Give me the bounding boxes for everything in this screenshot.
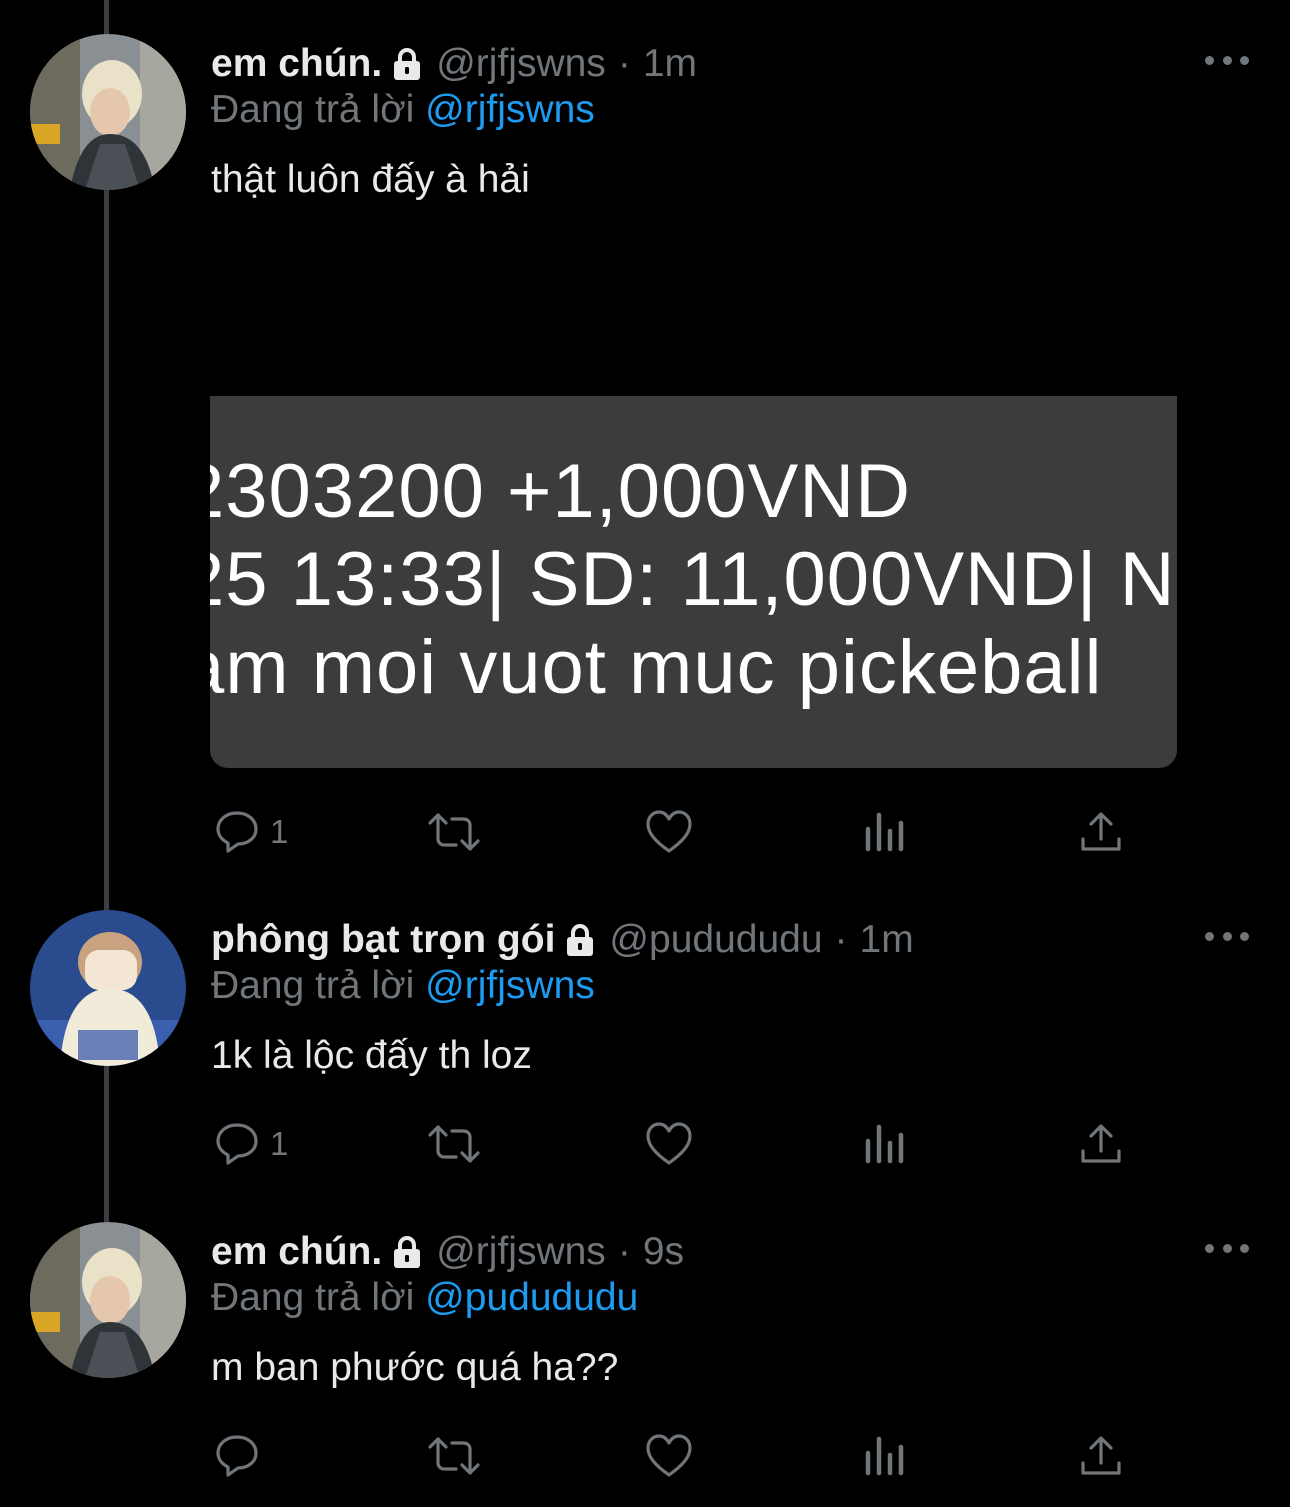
user-handle[interactable]: @rjfjswns: [436, 1230, 606, 1274]
mention-link[interactable]: @pudududu: [425, 1276, 638, 1319]
display-name[interactable]: em chún.: [211, 42, 382, 86]
reply-button[interactable]: [214, 1426, 270, 1486]
analytics-icon: [865, 1436, 904, 1476]
more-icon[interactable]: [1205, 926, 1249, 946]
tweet-text: thật luôn đấy à hải: [211, 158, 530, 201]
media-text-line: 25 13:33| SD: 11,000VND| NI: [210, 537, 1177, 622]
mention-link[interactable]: @rjfjswns: [425, 964, 595, 1007]
replying-to: Đang trả lời @rjfjswns: [211, 964, 595, 1008]
analytics-icon: [865, 812, 904, 852]
like-button[interactable]: [645, 1114, 693, 1174]
timestamp[interactable]: 9s: [643, 1230, 684, 1274]
reply-icon: [216, 811, 258, 853]
tweet-header: em chún. @rjfjswns · 1m: [211, 36, 697, 92]
more-icon[interactable]: [1205, 50, 1249, 70]
avatar[interactable]: [30, 1222, 186, 1378]
display-name[interactable]: em chún.: [211, 1230, 382, 1274]
share-button[interactable]: [1078, 1426, 1124, 1486]
lock-icon: [394, 48, 421, 80]
replying-label: Đang trả lời: [211, 964, 415, 1007]
analytics-button[interactable]: [862, 802, 908, 862]
reply-icon: [216, 1123, 258, 1165]
avatar[interactable]: [30, 910, 186, 1066]
tweet-media-image[interactable]: 2303200 +1,000VND 25 13:33| SD: 11,000VN…: [210, 396, 1177, 768]
lock-icon: [567, 924, 594, 956]
tweet-text: m ban phước quá ha??: [211, 1346, 619, 1389]
action-bar: [0, 1426, 1290, 1486]
lock-icon: [394, 1236, 421, 1268]
tweet-3[interactable]: em chún. @rjfjswns · 9s Đang trả lời @pu…: [0, 1188, 1290, 1507]
user-handle[interactable]: @pudududu: [609, 918, 822, 962]
like-icon: [646, 810, 692, 853]
share-button[interactable]: [1078, 1114, 1124, 1174]
like-button[interactable]: [645, 1426, 693, 1486]
reply-button[interactable]: 1: [214, 1114, 288, 1174]
tweet-header: em chún. @rjfjswns · 9s: [211, 1224, 684, 1280]
retweet-icon: [428, 1125, 480, 1163]
reply-icon: [216, 1435, 258, 1477]
reply-button[interactable]: 1: [214, 802, 288, 862]
separator-dot: ·: [617, 1230, 631, 1273]
media-text-line: am moi vuot muc pickeball: [210, 625, 1103, 710]
timestamp[interactable]: 1m: [643, 42, 697, 86]
more-icon[interactable]: [1205, 1238, 1249, 1258]
analytics-button[interactable]: [862, 1426, 908, 1486]
share-button[interactable]: [1078, 802, 1124, 862]
tweet-1[interactable]: em chún. @rjfjswns · 1m Đang trả lời @rj…: [0, 0, 1290, 900]
retweet-button[interactable]: [426, 1426, 482, 1486]
retweet-button[interactable]: [426, 1114, 482, 1174]
analytics-icon: [865, 1124, 904, 1164]
tweet-header: phông bạt trọn gói @pudududu · 1m: [211, 912, 914, 968]
analytics-button[interactable]: [862, 1114, 908, 1174]
retweet-button[interactable]: [426, 802, 482, 862]
avatar[interactable]: [30, 34, 186, 190]
display-name[interactable]: phông bạt trọn gói: [211, 918, 555, 962]
replying-to: Đang trả lời @pudududu: [211, 1276, 638, 1320]
action-bar: 1: [0, 1114, 1290, 1174]
timestamp[interactable]: 1m: [860, 918, 914, 962]
retweet-icon: [428, 1437, 480, 1475]
share-icon: [1081, 1436, 1121, 1475]
like-button[interactable]: [645, 802, 693, 862]
share-icon: [1081, 1124, 1121, 1163]
reply-count: 1: [270, 1125, 289, 1162]
separator-dot: ·: [834, 918, 848, 961]
tweet-text: 1k là lộc đấy th loz: [211, 1034, 532, 1077]
like-icon: [646, 1122, 692, 1165]
retweet-icon: [428, 813, 480, 851]
mention-link[interactable]: @rjfjswns: [425, 88, 595, 131]
replying-label: Đang trả lời: [211, 88, 415, 131]
separator-dot: ·: [617, 42, 631, 85]
replying-to: Đang trả lời @rjfjswns: [211, 88, 595, 132]
tweet-2[interactable]: phông bạt trọn gói @pudududu · 1m Đang t…: [0, 876, 1290, 1206]
user-handle[interactable]: @rjfjswns: [436, 42, 606, 86]
reply-count: 1: [270, 813, 289, 850]
replying-label: Đang trả lời: [211, 1276, 415, 1319]
like-icon: [646, 1434, 692, 1477]
media-text-line: 2303200 +1,000VND: [210, 449, 912, 534]
action-bar: 1: [0, 802, 1290, 862]
share-icon: [1081, 812, 1121, 851]
